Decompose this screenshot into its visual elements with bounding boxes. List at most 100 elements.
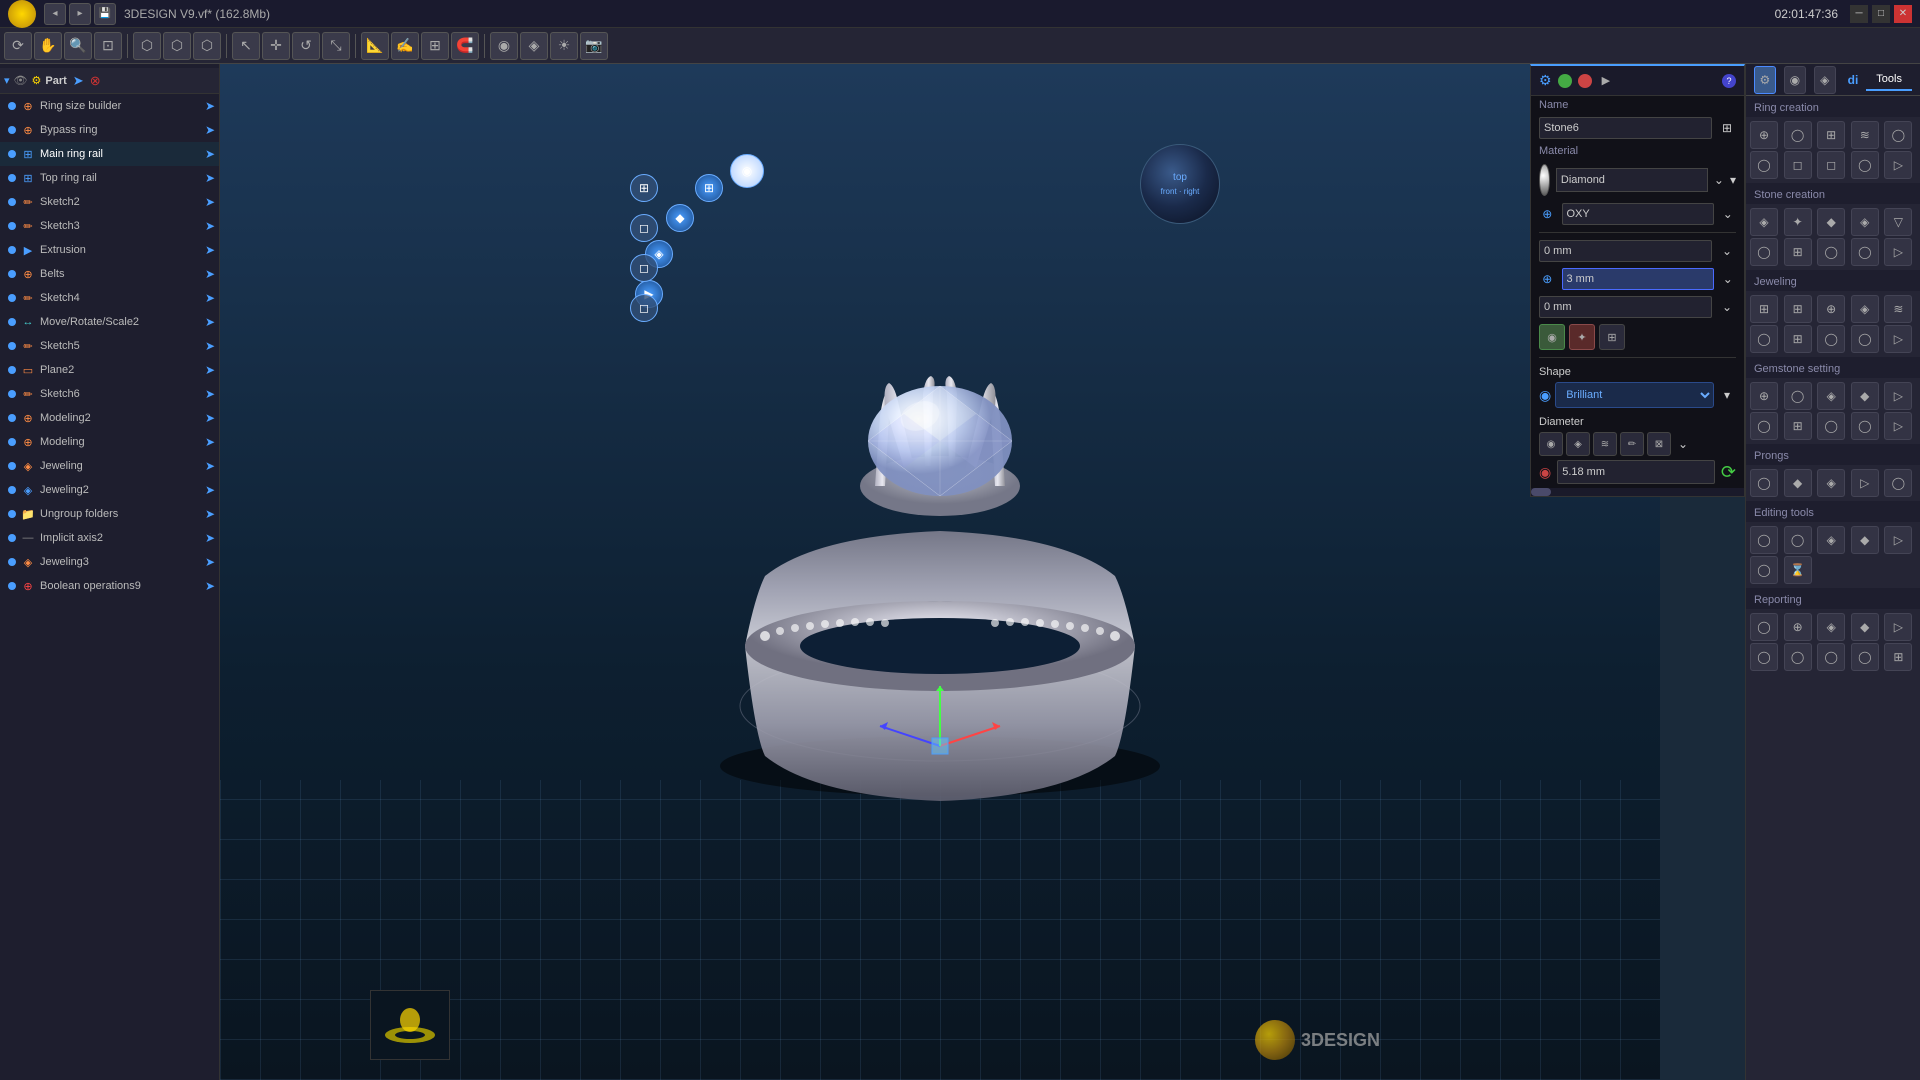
field1-input[interactable]: [1539, 240, 1712, 262]
tree-item-boolean-operations9[interactable]: ⊕ Boolean operations9 ➤: [0, 574, 219, 598]
edit-btn-6[interactable]: ◯: [1750, 556, 1778, 584]
maximize-button[interactable]: □: [1872, 5, 1890, 23]
nav-sphere[interactable]: top front · right: [1140, 144, 1220, 224]
ring-btn-9[interactable]: ◯: [1851, 151, 1879, 179]
fit-button[interactable]: ⊡: [94, 32, 122, 60]
gem-btn-3[interactable]: ◈: [1817, 382, 1845, 410]
jeweling-btn-4[interactable]: ◈: [1851, 295, 1879, 323]
select-button[interactable]: ↖: [232, 32, 260, 60]
light-button[interactable]: ☀: [550, 32, 578, 60]
jeweling-btn-10[interactable]: ▷: [1884, 325, 1912, 353]
perspective-button[interactable]: ⬡: [133, 32, 161, 60]
scale-button[interactable]: ⤡: [322, 32, 350, 60]
props-minimize-button[interactable]: [1558, 74, 1572, 88]
stone-btn-9[interactable]: ◯: [1851, 238, 1879, 266]
minimize-button[interactable]: ─: [1850, 5, 1868, 23]
jeweling-btn-2[interactable]: ⊞: [1784, 295, 1812, 323]
edit-btn-5[interactable]: ▷: [1884, 526, 1912, 554]
field2-input[interactable]: [1562, 268, 1714, 290]
material-input[interactable]: [1556, 168, 1708, 192]
save-icon[interactable]: 💾: [94, 3, 116, 25]
jeweling-btn-6[interactable]: ◯: [1750, 325, 1778, 353]
jeweling-btn-7[interactable]: ⊞: [1784, 325, 1812, 353]
diam-icon-2[interactable]: ◈: [1566, 432, 1590, 456]
tree-item-jeweling3[interactable]: ◈ Jeweling3 ➤: [0, 550, 219, 574]
tree-item-jeweling2[interactable]: ◈ Jeweling2 ➤: [0, 478, 219, 502]
ring-btn-5[interactable]: ◯: [1884, 121, 1912, 149]
pan-button[interactable]: ✋: [34, 32, 62, 60]
diameter-input[interactable]: [1557, 460, 1715, 484]
snap-button[interactable]: 🧲: [451, 32, 479, 60]
prong-btn-5[interactable]: ◯: [1884, 469, 1912, 497]
gem-btn-4[interactable]: ◆: [1851, 382, 1879, 410]
tree-item-modeling2[interactable]: ⊕ Modeling2 ➤: [0, 406, 219, 430]
stone-btn-5[interactable]: ▽: [1884, 208, 1912, 236]
props-close-button[interactable]: [1578, 74, 1592, 88]
ring-btn-3[interactable]: ⊞: [1817, 121, 1845, 149]
wireframe-button[interactable]: ⬡: [193, 32, 221, 60]
rotate-button[interactable]: ↺: [292, 32, 320, 60]
tree-item-implicit-axis2[interactable]: — Implicit axis2 ➤: [0, 526, 219, 550]
orbit-button[interactable]: ⟳: [4, 32, 32, 60]
plane-icon[interactable]: ⊕: [1539, 205, 1556, 223]
stone-btn-8[interactable]: ◯: [1817, 238, 1845, 266]
prong-btn-2[interactable]: ◆: [1784, 469, 1812, 497]
tree-item-ungroup-folders[interactable]: 📁 Ungroup folders ➤: [0, 502, 219, 526]
diam-icon-4[interactable]: ✏: [1620, 432, 1644, 456]
shape-select[interactable]: Brilliant Round Princess Oval Emerald: [1555, 382, 1714, 408]
report-btn-7[interactable]: ◯: [1784, 643, 1812, 671]
stone-btn-3[interactable]: ◆: [1817, 208, 1845, 236]
tree-item-sketch5[interactable]: ✏ Sketch5 ➤: [0, 334, 219, 358]
report-btn-10[interactable]: ⊞: [1884, 643, 1912, 671]
jeweling-btn-9[interactable]: ◯: [1851, 325, 1879, 353]
diam-icon-5[interactable]: ⊠: [1647, 432, 1671, 456]
plane-input[interactable]: [1562, 203, 1714, 225]
arc-btn-1[interactable]: ⊞: [695, 174, 723, 202]
material-pick-icon[interactable]: ⌄: [1714, 171, 1724, 189]
camera-button[interactable]: 📷: [580, 32, 608, 60]
field1-icon[interactable]: ⌄: [1718, 242, 1736, 260]
props-scroll-thumb[interactable]: [1531, 488, 1551, 496]
material-add-icon[interactable]: ▾: [1730, 171, 1736, 189]
report-btn-6[interactable]: ◯: [1750, 643, 1778, 671]
prong-btn-1[interactable]: ◯: [1750, 469, 1778, 497]
arc-btn-top[interactable]: ◉: [730, 154, 764, 188]
gem-btn-5[interactable]: ▷: [1884, 382, 1912, 410]
jeweling-btn-1[interactable]: ⊞: [1750, 295, 1778, 323]
ring-btn-7[interactable]: ◻: [1784, 151, 1812, 179]
target-icon[interactable]: ⊕: [1539, 270, 1556, 288]
tree-item-belts[interactable]: ⊕ Belts ➤: [0, 262, 219, 286]
measure-button[interactable]: 📐: [361, 32, 389, 60]
arc-btn-v2[interactable]: ◻: [630, 214, 658, 242]
stone-btn-6[interactable]: ◯: [1750, 238, 1778, 266]
report-btn-1[interactable]: ◯: [1750, 613, 1778, 641]
report-btn-5[interactable]: ▷: [1884, 613, 1912, 641]
field3-input[interactable]: [1539, 296, 1712, 318]
tools-main-btn[interactable]: ⚙: [1754, 66, 1776, 94]
prong-btn-3[interactable]: ◈: [1817, 469, 1845, 497]
shape-dropdown-arrow[interactable]: ▾: [1718, 386, 1736, 404]
tree-item-move-rotate-scale2[interactable]: ↔ Move/Rotate/Scale2 ➤: [0, 310, 219, 334]
tree-item-jeweling[interactable]: ◈ Jeweling ➤: [0, 454, 219, 478]
gem-btn-10[interactable]: ▷: [1884, 412, 1912, 440]
tree-root-label[interactable]: Part: [45, 75, 66, 87]
ring-btn-1[interactable]: ⊕: [1750, 121, 1778, 149]
forward-button[interactable]: ▸: [69, 3, 91, 25]
edit-btn-3[interactable]: ◈: [1817, 526, 1845, 554]
tree-item-modeling[interactable]: ⊕ Modeling ➤: [0, 430, 219, 454]
zoom-button[interactable]: 🔍: [64, 32, 92, 60]
jeweling-btn-8[interactable]: ◯: [1817, 325, 1845, 353]
report-btn-8[interactable]: ◯: [1817, 643, 1845, 671]
edit-btn-4[interactable]: ◆: [1851, 526, 1879, 554]
tools-gem-btn[interactable]: ◈: [1814, 66, 1836, 94]
diam-expand-icon[interactable]: ⌄: [1674, 435, 1692, 453]
tab-tools[interactable]: Tools: [1866, 69, 1912, 91]
edit-btn-7[interactable]: ⌛: [1784, 556, 1812, 584]
jeweling-btn-5[interactable]: ≋: [1884, 295, 1912, 323]
tree-item-extrusion[interactable]: ▶ Extrusion ➤: [0, 238, 219, 262]
tree-item-bypass-ring[interactable]: ⊕ Bypass ring ➤: [0, 118, 219, 142]
gem-btn-1[interactable]: ⊕: [1750, 382, 1778, 410]
action-btn-1[interactable]: ◉: [1539, 324, 1565, 350]
grid-button[interactable]: ⊞: [421, 32, 449, 60]
navigation-widget[interactable]: top front · right: [1140, 144, 1230, 234]
